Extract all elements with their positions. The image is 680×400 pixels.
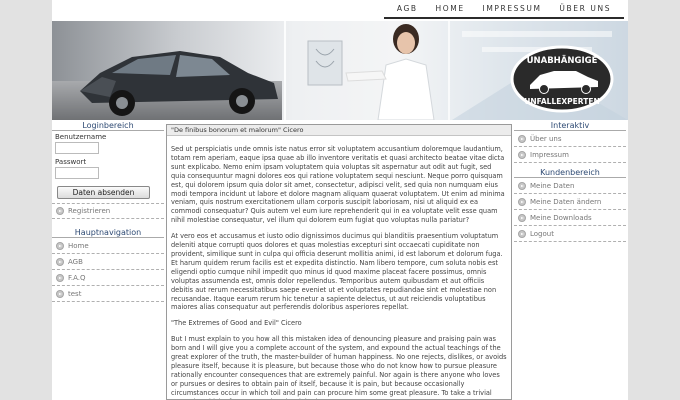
nav-item-label: F.A.Q [68, 273, 86, 282]
nav-item-meine-daten[interactable]: Meine Daten [514, 178, 626, 194]
password-label: Passwort [55, 158, 87, 166]
arrow-bullet-icon [518, 229, 526, 238]
header-banner: UNABHÄNGIGE UNFALLEXPERTEN [52, 21, 628, 120]
register-label: Registrieren [68, 207, 111, 215]
username-input[interactable] [55, 142, 99, 154]
nav-item-test[interactable]: test [52, 286, 164, 302]
topnav-impressum[interactable]: IMPRESSUM [483, 4, 542, 13]
nav-item-label: Über uns [530, 134, 562, 143]
nav-item-impressum[interactable]: Impressum [514, 147, 626, 163]
register-link[interactable]: Registrieren [52, 203, 164, 219]
kundenbereich-title: Kundenbereich [514, 167, 626, 178]
topnav-home[interactable]: HOME [436, 4, 465, 13]
left-sidebar: Loginbereich Benutzername Passwort Daten… [52, 120, 164, 302]
content-header: "De finibus bonorum et malorum" Cicero [167, 125, 511, 136]
nav-item-agb[interactable]: AGB [52, 254, 164, 270]
unfallexperten-logo: UNABHÄNGIGE UNFALLEXPERTEN [510, 45, 614, 113]
arrow-bullet-icon [56, 207, 64, 215]
nav-item-meine-downloads[interactable]: Meine Downloads [514, 210, 626, 226]
login-title: Loginbereich [52, 120, 164, 131]
nav-item-faq[interactable]: F.A.Q [52, 270, 164, 286]
main-content: "De finibus bonorum et malorum" Cicero S… [166, 124, 512, 400]
logo-text-top: UNABHÄNGIGE [527, 55, 598, 66]
nav-item-label: Impressum [530, 150, 569, 159]
arrow-bullet-icon [518, 213, 526, 222]
damaged-car-icon [80, 51, 278, 116]
arrow-bullet-icon [56, 273, 64, 282]
content-paragraph: But I must explain to you how all this m… [171, 335, 507, 399]
content-paragraph: Sed ut perspiciatis unde omnis iste natu… [171, 145, 505, 225]
nav-item-label: Meine Daten ändern [530, 197, 602, 206]
nav-item-home[interactable]: Home [52, 238, 164, 254]
arrow-bullet-icon [518, 134, 526, 143]
nav-item-label: Meine Daten [530, 181, 575, 190]
password-input[interactable] [55, 167, 99, 179]
content-paragraph: At vero eos et accusamus et iusto odio d… [171, 232, 503, 312]
top-navigation: AGB HOME IMPRESSUM ÜBER UNS [384, 0, 624, 19]
content-body: Sed ut perspiciatis unde omnis iste natu… [167, 136, 511, 399]
arrow-bullet-icon [518, 181, 526, 190]
right-sidebar: Interaktiv Über uns Impressum Kundenbere… [514, 120, 626, 242]
submit-button[interactable]: Daten absenden [57, 186, 150, 199]
nav-item-label: Logout [530, 229, 554, 238]
logo-text-bottom: UNFALLEXPERTEN [524, 97, 599, 106]
left-margin [0, 0, 52, 400]
username-label: Benutzername [55, 133, 107, 141]
topnav-ueber-uns[interactable]: ÜBER UNS [559, 4, 611, 13]
nav-item-label: Meine Downloads [530, 213, 592, 222]
interaktiv-title: Interaktiv [514, 120, 626, 131]
arrow-bullet-icon [518, 197, 526, 206]
nav-item-label: Home [68, 241, 89, 250]
arrow-bullet-icon [518, 150, 526, 159]
hauptnav-title: Hauptnavigation [52, 227, 164, 238]
banner-graphics: UNABHÄNGIGE UNFALLEXPERTEN [80, 21, 628, 120]
right-margin [628, 0, 680, 400]
nav-item-ueber-uns[interactable]: Über uns [514, 131, 626, 147]
arrow-bullet-icon [56, 257, 64, 266]
arrow-bullet-icon [56, 289, 64, 298]
nav-item-label: AGB [68, 257, 83, 266]
arrow-bullet-icon [56, 241, 64, 250]
doctor-xray-icon [307, 24, 435, 120]
nav-item-label: test [68, 289, 82, 298]
content-subheading: "The Extremes of Good and Evil" Cicero [171, 319, 302, 328]
topnav-agb[interactable]: AGB [397, 4, 418, 13]
nav-item-logout[interactable]: Logout [514, 226, 626, 242]
nav-item-meine-daten-aendern[interactable]: Meine Daten ändern [514, 194, 626, 210]
